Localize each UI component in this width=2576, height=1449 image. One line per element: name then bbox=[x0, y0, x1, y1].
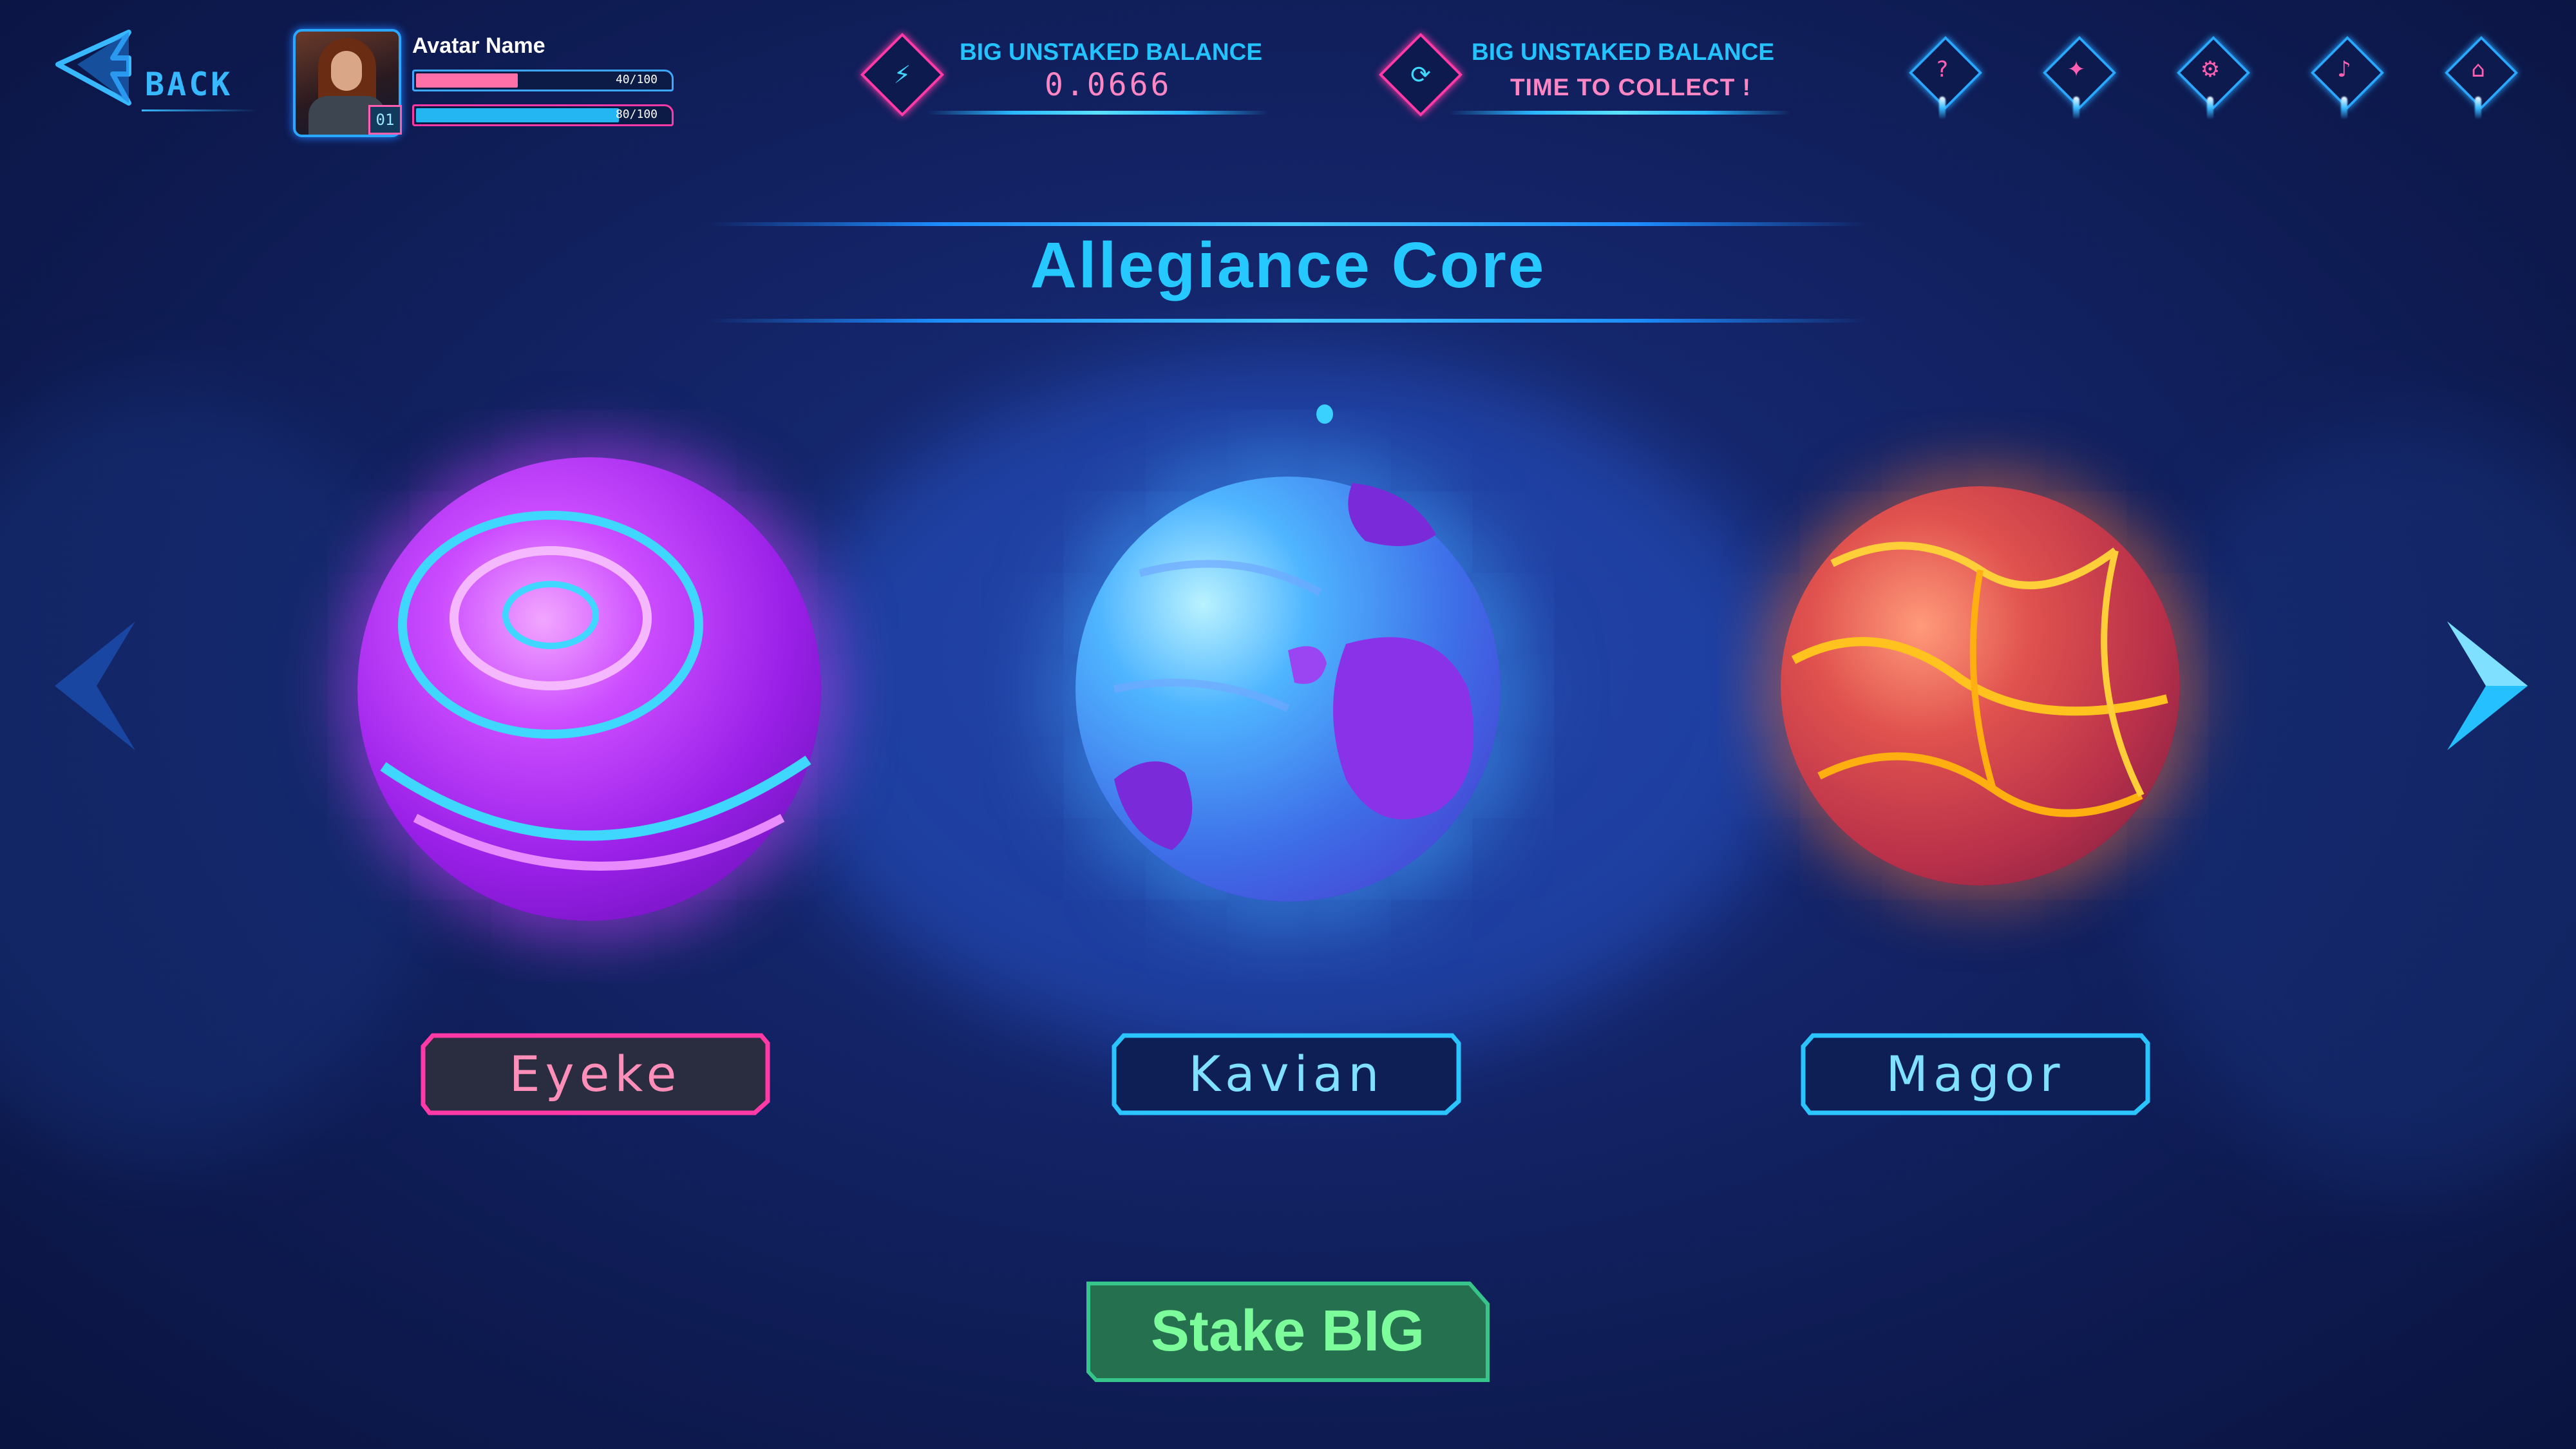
energy-bar-text: 80/100 bbox=[615, 108, 658, 121]
planet-button-eyeke[interactable]: Eyeke bbox=[420, 1030, 771, 1117]
background-rock-right bbox=[2125, 419, 2576, 1191]
title-line-bottom bbox=[708, 319, 1868, 323]
lightning-icon: ⚡ bbox=[893, 61, 911, 89]
home-icon: ⌂ bbox=[2471, 57, 2485, 82]
planet-name-eyeke: Eyeke bbox=[509, 1045, 682, 1103]
balance-2-icon-frame: ⟳ bbox=[1378, 32, 1463, 117]
help-icon: ? bbox=[1936, 57, 1949, 82]
health-bar: 40/100 bbox=[412, 70, 674, 91]
prev-arrow-button[interactable] bbox=[52, 618, 148, 753]
notifications-button[interactable]: ♪ bbox=[2311, 36, 2384, 120]
balance-1-label: BIG UNSTAKED BALANCE bbox=[960, 39, 1263, 65]
settings-button[interactable]: ⚙ bbox=[2177, 36, 2250, 120]
balance-2-underline bbox=[1449, 111, 1790, 115]
planet-name-kavian: Kavian bbox=[1188, 1045, 1385, 1103]
balance-2-label: BIG UNSTAKED BALANCE bbox=[1472, 39, 1775, 65]
balance-1-value: 0.0666 bbox=[1045, 67, 1172, 103]
chevron-right-icon bbox=[2447, 621, 2528, 750]
game-icon: ✦ bbox=[2067, 57, 2086, 82]
balance-1-icon-frame: ⚡ bbox=[860, 32, 945, 117]
stake-label: Stake BIG bbox=[1150, 1299, 1425, 1363]
back-underline bbox=[142, 109, 258, 111]
planet-eyeke[interactable] bbox=[357, 457, 821, 921]
page-title: Allegiance Core bbox=[1030, 229, 1546, 301]
back-button[interactable]: BACK bbox=[52, 26, 258, 116]
back-label: BACK bbox=[145, 66, 233, 103]
gear-icon: ⚙ bbox=[2200, 57, 2221, 82]
stake-button[interactable]: Stake BIG bbox=[1083, 1278, 1492, 1385]
planet-kavian[interactable] bbox=[1075, 477, 1501, 902]
game-button[interactable]: ✦ bbox=[2043, 36, 2116, 120]
planet-button-kavian[interactable]: Kavian bbox=[1111, 1030, 1462, 1117]
home-button[interactable]: ⌂ bbox=[2445, 36, 2518, 120]
level-badge: 01 bbox=[368, 105, 402, 135]
health-bar-fill bbox=[416, 73, 518, 88]
title-line-top bbox=[708, 222, 1868, 226]
chevron-left-icon bbox=[55, 621, 135, 750]
next-arrow-button[interactable] bbox=[2434, 618, 2531, 753]
planet-magor[interactable] bbox=[1781, 486, 2180, 886]
collect-label[interactable]: TIME TO COLLECT ! bbox=[1510, 74, 1751, 101]
avatar-name: Avatar Name bbox=[412, 33, 545, 58]
energy-bar-fill bbox=[416, 108, 620, 122]
energy-bar: 80/100 bbox=[412, 104, 674, 126]
back-arrow-icon bbox=[55, 30, 131, 106]
planet-button-magor[interactable]: Magor bbox=[1800, 1030, 2151, 1117]
planet-name-magor: Magor bbox=[1886, 1045, 2065, 1103]
refresh-icon: ⟳ bbox=[1410, 61, 1431, 89]
help-button[interactable]: ? bbox=[1909, 36, 1982, 120]
droplet-decoration bbox=[1316, 404, 1333, 424]
health-bar-text: 40/100 bbox=[615, 73, 658, 86]
balance-1-underline bbox=[927, 111, 1269, 115]
bell-icon: ♪ bbox=[2337, 57, 2351, 82]
